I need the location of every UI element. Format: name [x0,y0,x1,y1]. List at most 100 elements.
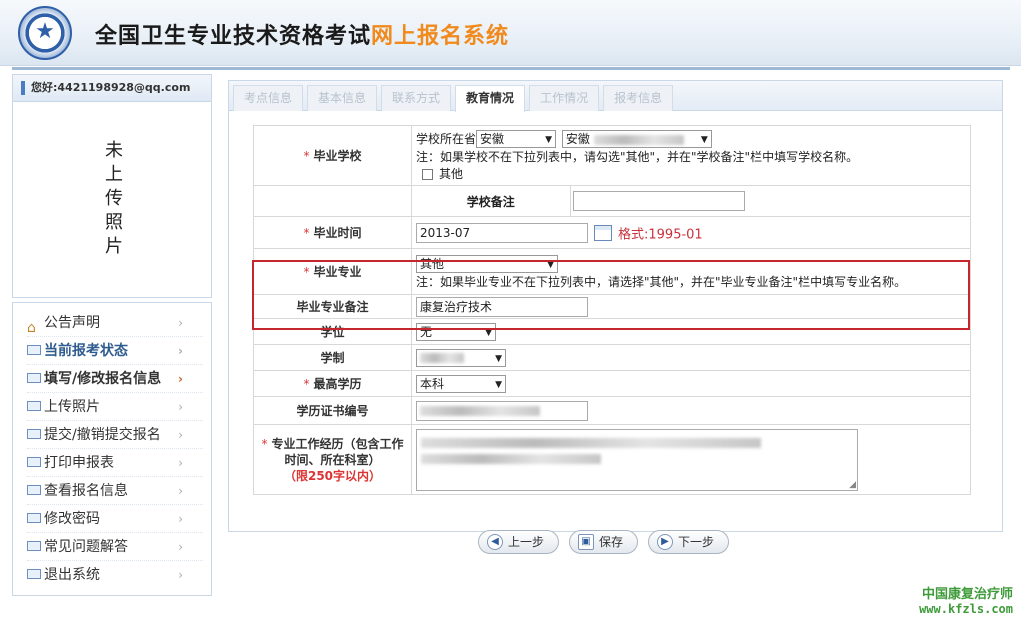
menu-item-print[interactable]: 打印申报表 › [27,449,203,477]
required-mark: * [261,436,268,451]
education-label-text: 最高学历 [313,377,362,391]
title-main: 全国卫生专业技术资格考试 [95,24,372,49]
education-label: * 最高学历 [253,370,412,397]
tab-work[interactable]: 工作情况 [529,85,600,111]
required-mark: * [303,226,310,240]
school-note-cell: 学校备注 [411,185,971,217]
calendar-icon[interactable] [594,224,612,241]
school-label: * 毕业学校 [253,125,412,186]
menu-item-upload-photo[interactable]: 上传照片 › [27,393,203,421]
left-column: 您好:4421198928@qq.com 未上传照片 [12,74,212,298]
menu-label: 打印申报表 [44,455,114,471]
row-experience: * 专业工作经历（包含工作 时间、所在科室） （限250字以内） ◢ [253,424,971,495]
save-label: 保存 [599,535,624,549]
province-prefix: 学校所在省 [416,131,477,146]
province-select[interactable]: 安徽 [476,130,557,148]
chevron-right-icon: › [178,316,183,330]
menu-item-submit[interactable]: 提交/撤销提交报名 › [27,421,203,449]
resize-handle-icon[interactable]: ◢ [849,480,856,490]
menu-item-status[interactable]: 当前报考状态 › [27,337,203,365]
other-school-checkbox[interactable] [422,168,433,180]
header-divider [12,67,1010,70]
watermark-line1: 中国康复治疗师 [921,587,1013,602]
star-icon: ★ [35,19,55,44]
card-icon [27,569,41,579]
school-select[interactable]: 安徽 [561,130,712,148]
blurred-value [420,406,540,416]
user-greeting: 您好:4421198928@qq.com [12,74,212,102]
header: ★ 全国卫生专业技术资格考试网上报名系统 [0,0,1021,66]
exam-logo: ★ [18,6,72,60]
row-school: *毕业学校 学校所在省安徽 安徽 注：如果学校不在下拉列表中，请勾选"其他"，并… [253,125,971,186]
menu-label: 常见问题解答 [44,539,128,555]
tab-education[interactable]: 教育情况 [455,85,526,112]
next-step-label: 下一步 [678,535,715,549]
school-label-text: 毕业学校 [313,149,362,163]
card-icon [27,345,41,355]
home-icon: ⌂ [27,320,36,336]
row-grad-time: * 毕业时间 2013-07 格式:1995-01 [253,216,971,249]
sidebar-menu: ⌂ 公告声明 › 当前报考状态 › 填写/修改报名信息 › 上传照片 › 提交/撤销提交报… [12,302,212,596]
menu-item-faq[interactable]: 常见问题解答 › [27,533,203,561]
school-note-input[interactable] [572,191,745,211]
menu-label: 公告声明 [44,315,100,331]
arrow-right-icon: ▶ [657,534,674,550]
grad-time-cell: 2013-07 格式:1995-01 [411,216,971,249]
title-highlight: 网上报名系统 [371,24,510,49]
grad-time-label-text: 毕业时间 [313,226,362,240]
chevron-right-icon: › [178,484,183,498]
schooling-cell [411,344,971,371]
photo-area: 未上传照片 [12,102,212,298]
experience-limit: （限250字以内） [283,468,382,483]
menu-label: 修改密码 [44,511,100,527]
card-icon [27,373,41,383]
chevron-right-icon: › [178,568,183,582]
menu-item-logout[interactable]: 退出系统 › [27,561,203,589]
tab-exam-info[interactable]: 报考信息 [603,85,674,111]
prev-step-button[interactable]: ◀ 上一步 [478,530,560,554]
chevron-right-icon: › [178,456,183,470]
blurred-value [420,353,464,363]
experience-label-line2: 时间、所在科室） [284,452,381,467]
menu-label: 上传照片 [44,399,100,415]
photo-placeholder: 未上传照片 [102,139,123,260]
tab-exam-site[interactable]: 考点信息 [233,85,304,111]
save-button[interactable]: ▣ 保存 [569,530,639,554]
blurred-value [421,437,761,448]
schooling-label: 学制 [253,344,412,371]
menu-item-password[interactable]: 修改密码 › [27,505,203,533]
cert-no-input[interactable] [416,400,588,421]
chevron-right-icon: › [178,344,183,358]
card-icon [27,541,41,551]
row-schooling: 学制 [253,344,971,371]
watermark-line2: www.kfzls.com [919,602,1013,616]
blurred-value [593,134,684,145]
menu-label: 当前报考状态 [44,343,128,359]
card-icon [27,485,41,495]
card-icon [27,513,41,523]
row-school-note: 学校备注 [253,185,971,217]
tab-basic-info[interactable]: 基本信息 [307,85,378,111]
menu-item-edit-info[interactable]: 填写/修改报名信息 › [27,365,203,393]
grad-time-format-hint: 格式:1995-01 [618,227,703,242]
menu-item-announcement[interactable]: ⌂ 公告声明 › [27,309,203,337]
school-note-label-blank [253,185,412,217]
highlight-box [252,260,970,330]
grad-time-input[interactable]: 2013-07 [416,222,588,243]
tab-contact[interactable]: 联系方式 [381,85,452,111]
menu-label: 退出系统 [44,567,100,583]
schooling-select[interactable] [416,348,506,367]
cert-no-label: 学历证书编号 [253,396,412,425]
experience-textarea[interactable]: ◢ [416,428,858,491]
chevron-right-icon: › [178,372,183,386]
chevron-right-icon: › [178,400,183,414]
school-note-text: 注：如果学校不在下拉列表中，请勾选"其他"，并在"学校备注"栏中填写学校名称。 [416,149,859,164]
menu-label: 查看报名信息 [44,483,128,499]
menu-item-view-info[interactable]: 查看报名信息 › [27,477,203,505]
blurred-value [421,453,601,464]
action-buttons: ◀ 上一步 ▣ 保存 ▶ 下一步 [478,530,739,554]
next-step-button[interactable]: ▶ 下一步 [648,530,730,554]
tab-bar: 考点信息 基本信息 联系方式 教育情况 工作情况 报考信息 [229,81,1002,112]
education-select[interactable]: 本科 [416,374,506,393]
save-icon: ▣ [578,534,595,550]
